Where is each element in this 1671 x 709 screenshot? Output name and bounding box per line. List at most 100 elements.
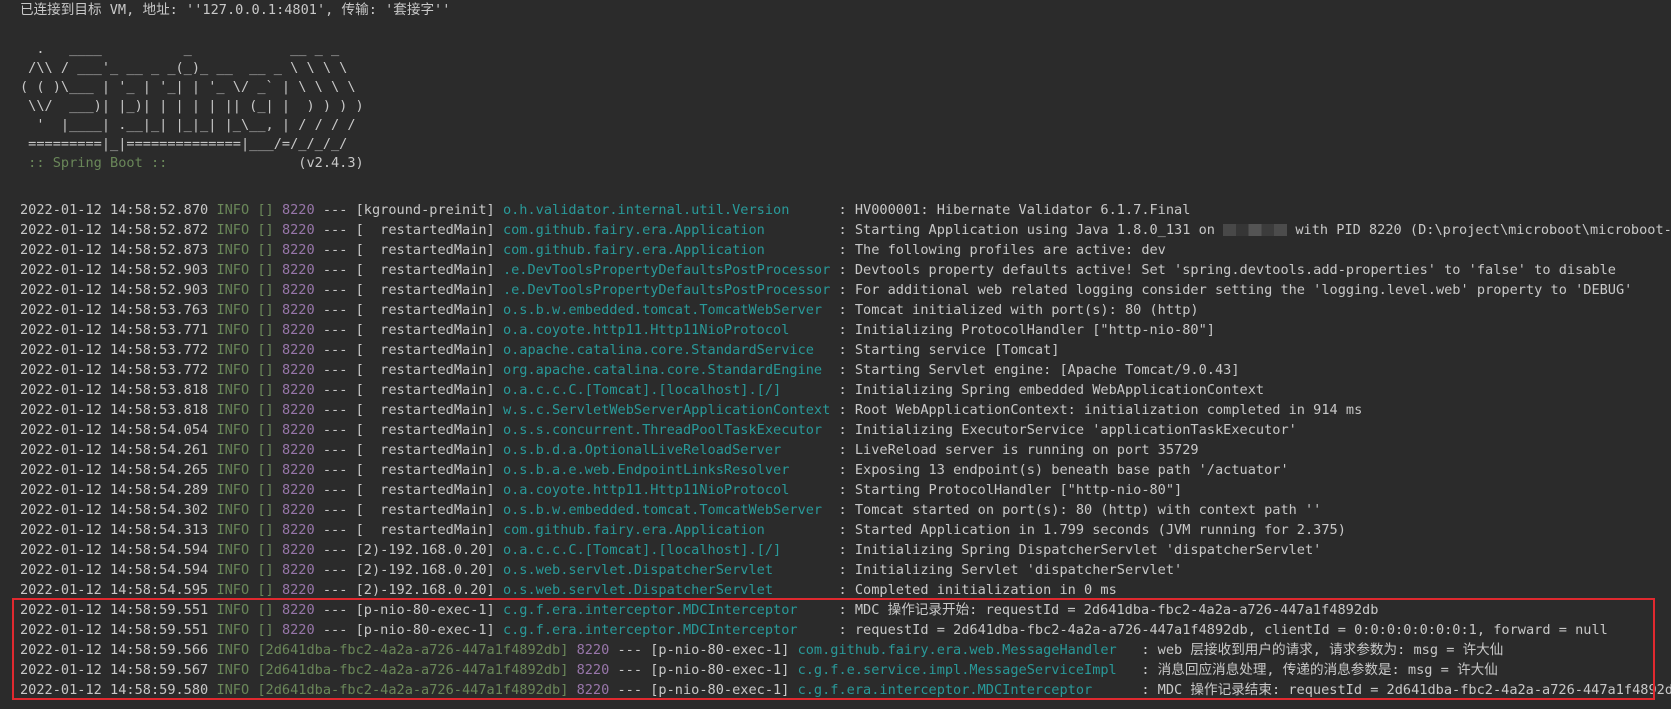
log-level: INFO <box>216 322 250 338</box>
log-logger: o.s.s.concurrent.ThreadPoolTaskExecutor <box>502 422 831 438</box>
log-level: INFO <box>216 282 250 298</box>
log-timestamp: 2022-01-12 14:58:53.818 <box>20 402 209 418</box>
log-logger: .e.DevToolsPropertyDefaultsPostProcessor <box>502 282 831 298</box>
log-timestamp: 2022-01-12 14:58:59.567 <box>20 662 209 678</box>
log-level: INFO <box>216 242 250 258</box>
log-level: INFO <box>216 482 250 498</box>
log-message: : Starting ProtocolHandler ["http-nio-80… <box>838 482 1183 498</box>
log-logger: o.s.b.a.e.web.EndpointLinksResolver <box>502 462 831 478</box>
log-logger: o.s.web.servlet.DispatcherServlet <box>502 582 831 598</box>
log-timestamp: 2022-01-12 14:58:54.289 <box>20 482 209 498</box>
log-pid: 8220 <box>281 522 315 538</box>
log-mdc: [] <box>257 262 274 278</box>
log-pid: 8220 <box>281 422 315 438</box>
banner-line-4: \\/ ___)| |_)| | | | | || (_| | ) ) ) ) <box>20 98 364 114</box>
log-timestamp: 2022-01-12 14:58:54.302 <box>20 502 209 518</box>
log-line: 2022-01-12 14:58:53.818 INFO [] 8220 ---… <box>20 400 1362 420</box>
log-line: 2022-01-12 14:58:54.289 INFO [] 8220 ---… <box>20 480 1182 500</box>
log-timestamp: 2022-01-12 14:58:53.771 <box>20 322 209 338</box>
log-mdc: [] <box>257 482 274 498</box>
log-line: 2022-01-12 14:58:59.580 INFO [2d641dba-f… <box>20 680 1671 700</box>
log-line: 2022-01-12 14:58:59.567 INFO [2d641dba-f… <box>20 660 1498 680</box>
log-timestamp: 2022-01-12 14:58:54.594 <box>20 562 209 578</box>
log-mdc: [] <box>257 242 274 258</box>
log-message: : requestId = 2d641dba-fbc2-4a2a-a726-44… <box>838 622 1608 638</box>
log-timestamp: 2022-01-12 14:58:52.870 <box>20 202 209 218</box>
log-line: 2022-01-12 14:58:59.551 INFO [] 8220 ---… <box>20 620 1608 640</box>
log-line: 2022-01-12 14:58:53.763 INFO [] 8220 ---… <box>20 300 1199 320</box>
log-level: INFO <box>216 302 250 318</box>
log-level: INFO <box>216 642 250 658</box>
log-thread: --- [ restartedMain] <box>322 262 495 278</box>
log-pid: 8220 <box>281 502 315 518</box>
log-logger: .e.DevToolsPropertyDefaultsPostProcessor <box>502 262 831 278</box>
log-pid: 8220 <box>281 622 315 638</box>
log-thread: --- [ restartedMain] <box>322 282 495 298</box>
log-pid: 8220 <box>281 342 315 358</box>
log-mdc: [2d641dba-fbc2-4a2a-a726-447a1f4892db] <box>257 682 569 698</box>
log-level: INFO <box>216 582 250 598</box>
log-line: 2022-01-12 14:58:53.772 INFO [] 8220 ---… <box>20 360 1240 380</box>
log-line: 2022-01-12 14:58:52.872 INFO [] 8220 ---… <box>20 220 1671 240</box>
log-message: : Completed initialization in 0 ms <box>838 582 1117 598</box>
log-line: 2022-01-12 14:58:52.870 INFO [] 8220 ---… <box>20 200 1190 220</box>
log-line: 2022-01-12 14:58:59.566 INFO [2d641dba-f… <box>20 640 1503 660</box>
log-thread: --- [ restartedMain] <box>322 462 495 478</box>
log-pid: 8220 <box>281 602 315 618</box>
log-message: : 消息回应消息处理, 传递的消息参数是: msg = 许大仙 <box>1141 662 1498 678</box>
console-output[interactable]: 已连接到目标 VM, 地址: ''127.0.0.1:4801', 传输: '套… <box>0 0 1671 709</box>
log-mdc: [] <box>257 582 274 598</box>
log-mdc: [] <box>257 602 274 618</box>
log-thread: --- [ restartedMain] <box>322 222 495 238</box>
log-level: INFO <box>216 622 250 638</box>
log-message: : HV000001: Hibernate Validator 6.1.7.Fi… <box>838 202 1191 218</box>
banner-line-2: /\\ / ___'_ __ _ _(_)_ __ __ _ \ \ \ \ <box>20 60 348 76</box>
log-timestamp: 2022-01-12 14:58:53.772 <box>20 342 209 358</box>
log-logger: o.a.coyote.http11.Http11NioProtocol <box>502 322 831 338</box>
log-line: 2022-01-12 14:58:59.551 INFO [] 8220 ---… <box>20 600 1378 620</box>
log-line: 2022-01-12 14:58:54.302 INFO [] 8220 ---… <box>20 500 1321 520</box>
log-timestamp: 2022-01-12 14:58:59.580 <box>20 682 209 698</box>
log-line: 2022-01-12 14:58:54.594 INFO [] 8220 ---… <box>20 540 1321 560</box>
log-thread: --- [ restartedMain] <box>322 362 495 378</box>
log-message: : MDC 操作记录结束: requestId = 2d641dba-fbc2-… <box>1141 682 1671 698</box>
log-timestamp: 2022-01-12 14:58:53.763 <box>20 302 209 318</box>
log-message: : Initializing ExecutorService 'applicat… <box>838 422 1297 438</box>
log-mdc: [] <box>257 542 274 558</box>
log-mdc: [] <box>257 362 274 378</box>
spring-boot-version: (v2.4.3) <box>175 155 364 171</box>
log-thread: --- [ restartedMain] <box>322 342 495 358</box>
log-mdc: [2d641dba-fbc2-4a2a-a726-447a1f4892db] <box>257 662 569 678</box>
log-logger: o.a.c.c.C.[Tomcat].[localhost].[/] <box>502 382 831 398</box>
log-pid: 8220 <box>281 282 315 298</box>
banner-line-1: . ____ _ __ _ _ <box>20 41 340 57</box>
log-mdc: [] <box>257 442 274 458</box>
log-mdc: [] <box>257 382 274 398</box>
log-timestamp: 2022-01-12 14:58:53.772 <box>20 362 209 378</box>
log-logger: com.github.fairy.era.Application <box>502 242 831 258</box>
log-thread: --- [ restartedMain] <box>322 522 495 538</box>
log-level: INFO <box>216 542 250 558</box>
log-logger: o.s.b.w.embedded.tomcat.TomcatWebServer <box>502 502 831 518</box>
log-level: INFO <box>216 602 250 618</box>
log-timestamp: 2022-01-12 14:58:52.903 <box>20 262 209 278</box>
log-mdc: [] <box>257 202 274 218</box>
log-line: 2022-01-12 14:58:54.595 INFO [] 8220 ---… <box>20 580 1117 600</box>
log-timestamp: 2022-01-12 14:58:59.551 <box>20 622 209 638</box>
log-message: : Tomcat initialized with port(s): 80 (h… <box>838 302 1199 318</box>
log-mdc: [2d641dba-fbc2-4a2a-a726-447a1f4892db] <box>257 642 569 658</box>
log-timestamp: 2022-01-12 14:58:54.261 <box>20 442 209 458</box>
log-pid: 8220 <box>281 482 315 498</box>
log-line: 2022-01-12 14:58:52.873 INFO [] 8220 ---… <box>20 240 1166 260</box>
log-thread: --- [p-nio-80-exec-1] <box>322 622 495 638</box>
log-message: : The following profiles are active: dev <box>838 242 1166 258</box>
log-line: 2022-01-12 14:58:54.054 INFO [] 8220 ---… <box>20 420 1297 440</box>
log-line: 2022-01-12 14:58:54.265 INFO [] 8220 ---… <box>20 460 1289 480</box>
log-mdc: [] <box>257 562 274 578</box>
log-line: 2022-01-12 14:58:52.903 INFO [] 8220 ---… <box>20 280 1632 300</box>
log-timestamp: 2022-01-12 14:58:52.903 <box>20 282 209 298</box>
log-message: : Exposing 13 endpoint(s) beneath base p… <box>838 462 1289 478</box>
banner-line-6: =========|_|==============|___/=/_/_/_/ <box>20 136 348 152</box>
log-message: : Initializing Spring embedded WebApplic… <box>838 382 1265 398</box>
log-level: INFO <box>216 522 250 538</box>
